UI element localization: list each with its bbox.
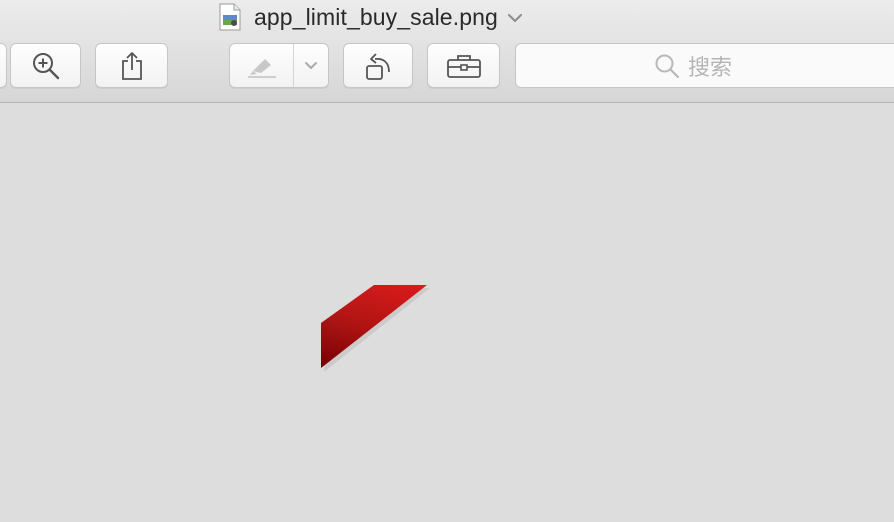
zoom-in-icon (32, 52, 59, 79)
image-canvas (0, 104, 894, 522)
title-toolbar: app_limit_buy_sale.png 搜索 (0, 0, 894, 103)
markup-pen-icon (247, 58, 276, 78)
rotate-left-icon (366, 52, 390, 80)
markup-button[interactable] (229, 43, 329, 88)
document-title[interactable]: app_limit_buy_sale.png (219, 2, 522, 32)
chevron-down-icon (305, 61, 317, 69)
window-title: app_limit_buy_sale.png (254, 3, 498, 30)
sidebar-toggle-button[interactable] (0, 43, 7, 88)
preview-window: app_limit_buy_sale.png 搜索 (0, 0, 894, 522)
search-icon (655, 54, 680, 78)
rotate-button[interactable] (343, 43, 413, 88)
toolbox-button[interactable] (427, 43, 500, 88)
markup-dropdown-button[interactable] (294, 44, 328, 87)
toolbox-icon (446, 54, 481, 78)
search-field[interactable]: 搜索 (515, 43, 894, 88)
markup-main-button[interactable] (230, 44, 294, 87)
chevron-down-icon[interactable] (507, 13, 522, 23)
png-file-icon (219, 3, 241, 31)
red-ribbon-image (321, 285, 430, 371)
share-button[interactable] (95, 43, 168, 88)
search-placeholder: 搜索 (688, 55, 733, 81)
zoom-in-button[interactable] (10, 43, 81, 88)
share-icon (121, 51, 142, 80)
